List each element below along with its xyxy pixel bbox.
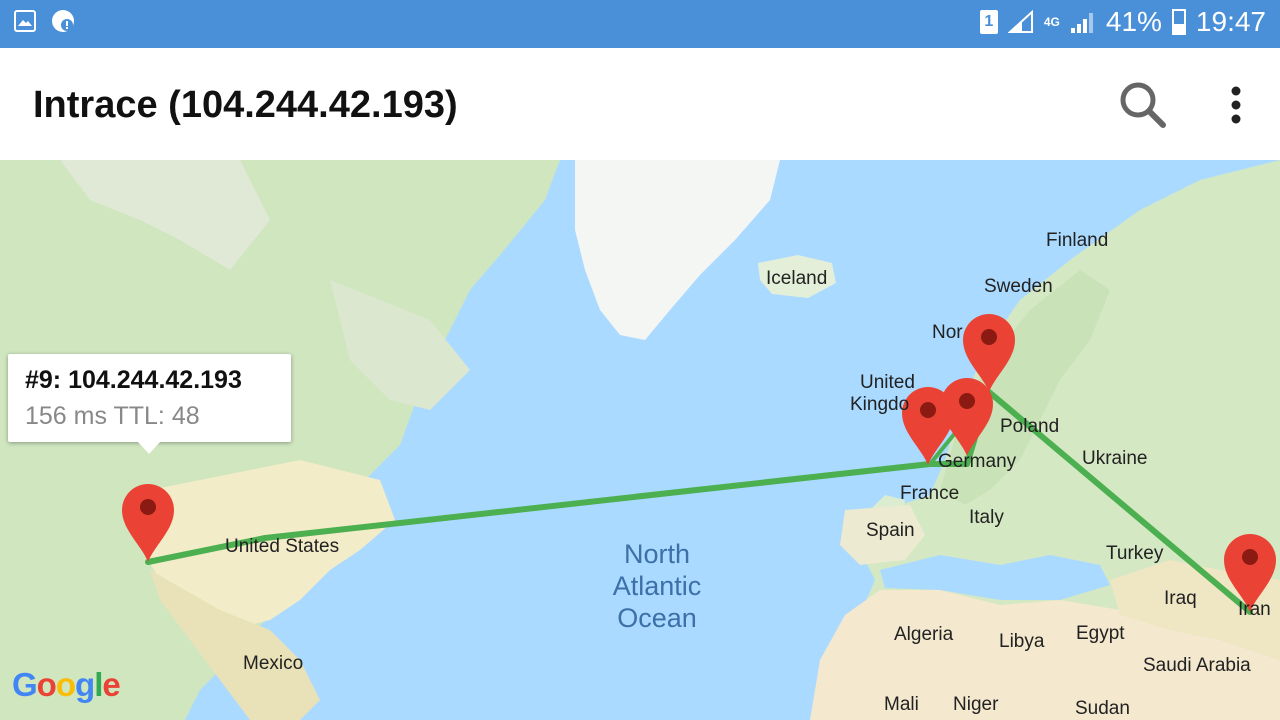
map-label-finland: Finland — [1046, 230, 1109, 251]
map-label-sweden: Sweden — [984, 276, 1053, 297]
sim-icon: 1 — [979, 10, 998, 34]
battery-icon — [1171, 9, 1186, 35]
map-label-uk-line1: United — [860, 372, 915, 393]
gallery-icon — [14, 10, 36, 32]
battery-fill — [1173, 23, 1184, 33]
info-window-pointer — [137, 441, 161, 454]
map-label-sudan: Sudan — [1075, 698, 1130, 719]
map-label-iraq: Iraq — [1164, 588, 1197, 609]
signal-strength-icon — [1070, 13, 1093, 33]
battery-percent: 41% — [1105, 6, 1162, 37]
map-label-turkey: Turkey — [1106, 543, 1164, 564]
map-label-ocean: North Atlantic Ocean — [612, 538, 702, 634]
status-right-icons: 1 4G 41% 19:47 — [979, 6, 1266, 38]
alert-icon — [52, 10, 74, 32]
marker-info-window[interactable]: #9: 104.244.42.193 156 ms TTL: 48 — [8, 354, 291, 454]
map-label-egypt: Egypt — [1076, 623, 1125, 644]
map-label-libya: Libya — [999, 631, 1045, 652]
status-bar: 1 4G 41% 19:47 — [0, 0, 1280, 48]
clock: 19:47 — [1195, 6, 1266, 37]
more-vert-icon — [1231, 86, 1241, 124]
map-label-poland: Poland — [1000, 416, 1060, 437]
map-label-iran: Iran — [1238, 599, 1271, 620]
map-label-iceland: Iceland — [766, 268, 828, 289]
map-label-algeria: Algeria — [894, 624, 954, 645]
map-label-niger: Niger — [953, 694, 999, 715]
map-label-saudi-arabia: Saudi Arabia — [1143, 655, 1251, 676]
more-options-button[interactable] — [1218, 80, 1254, 134]
map-label-uk-line2: Kingdo — [850, 394, 910, 415]
map-label-germany: Germany — [938, 451, 1017, 472]
network-type-label: 4G — [1043, 15, 1060, 29]
info-window-title: #9: 104.244.42.193 — [25, 366, 242, 394]
ocean-label-line2: Atlantic — [612, 571, 702, 601]
ocean-label-line3: Ocean — [617, 603, 697, 633]
search-icon — [1120, 82, 1166, 128]
map-label-mali: Mali — [884, 694, 919, 715]
map-label-france: France — [900, 483, 960, 504]
map-label-ukraine: Ukraine — [1082, 448, 1148, 469]
google-logo: Google — [12, 666, 121, 703]
map-view[interactable]: Finland Sweden Nor Iceland United Kingdo… — [0, 160, 1280, 720]
status-left-icons — [14, 10, 74, 32]
map-label-spain: Spain — [866, 520, 915, 541]
signal-icon — [1007, 10, 1033, 33]
map-label-norway: Nor — [932, 322, 963, 343]
search-button[interactable] — [1116, 78, 1170, 132]
info-window-details: 156 ms TTL: 48 — [25, 402, 200, 430]
map-label-italy: Italy — [969, 507, 1004, 528]
map-label-united-states: United States — [225, 536, 340, 557]
app-bar: Intrace (104.244.42.193) — [0, 48, 1280, 160]
page-title: Intrace (104.244.42.193) — [33, 84, 458, 126]
map-label-mexico: Mexico — [243, 653, 304, 674]
ocean-label-line1: North — [623, 539, 691, 569]
